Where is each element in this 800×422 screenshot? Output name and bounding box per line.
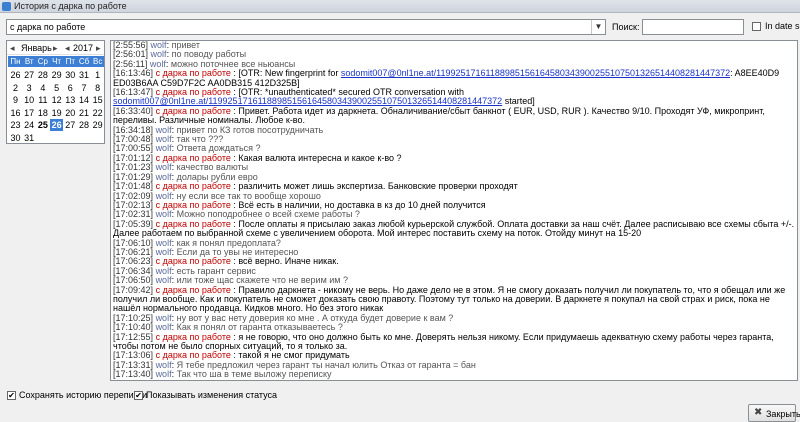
title-bar: История с дарка по работе bbox=[0, 0, 800, 13]
calendar-day[interactable]: 19 bbox=[50, 107, 63, 119]
calendar-weekday: Вс bbox=[93, 57, 103, 66]
checkbox-checked-icon[interactable]: ✔ bbox=[134, 391, 143, 400]
calendar-day[interactable]: 29 bbox=[50, 69, 63, 81]
contact-select[interactable]: с дарка по работе ▼ bbox=[6, 19, 606, 35]
calendar-day[interactable]: 3 bbox=[23, 82, 36, 94]
close-button[interactable]: ✖ Закрыть bbox=[748, 404, 800, 422]
message-list: [2:55:56] wolf: привет [2:56:01] wolf: по… bbox=[112, 41, 797, 380]
calendar-weekday: Вт bbox=[24, 57, 34, 66]
calendar-month[interactable]: Январь bbox=[21, 43, 52, 53]
calendar-nav: ◂ Январь ▸ ◂ 2017 ▸ bbox=[7, 41, 104, 55]
calendar-weekday: Пн bbox=[10, 57, 21, 66]
calendar-day[interactable]: 24 bbox=[23, 119, 36, 131]
calendar-day[interactable]: 20 bbox=[64, 107, 77, 119]
calendar: ◂ Январь ▸ ◂ 2017 ▸ Пн Вт Ср Чт Пт Сб Вс 26 27 2… bbox=[6, 40, 105, 144]
calendar-day[interactable]: 25 bbox=[36, 119, 49, 131]
search-label: Поиск: bbox=[612, 22, 640, 32]
close-button-label: Закрыть bbox=[766, 409, 800, 419]
calendar-day[interactable]: 10 bbox=[23, 94, 36, 106]
chevron-down-icon[interactable]: ▼ bbox=[591, 20, 605, 34]
calendar-day[interactable]: 8 bbox=[91, 82, 104, 94]
prev-year-icon[interactable]: ◂ bbox=[65, 43, 70, 54]
show-status-label: Показывать изменения статуса bbox=[146, 390, 278, 400]
calendar-day[interactable]: 28 bbox=[78, 119, 91, 131]
calendar-day[interactable]: 16 bbox=[9, 107, 22, 119]
date-search-label: In date search bbox=[765, 21, 800, 31]
calendar-weekday: Ср bbox=[37, 57, 48, 66]
log-entry: [17:05:39] с дарка по работе : После опл… bbox=[113, 218, 795, 239]
calendar-day[interactable]: 22 bbox=[91, 107, 104, 119]
calendar-weekday: Сб bbox=[78, 57, 90, 66]
calendar-day[interactable]: 4 bbox=[36, 82, 49, 94]
log-entry: [17:09:42] с дарка по работе : Правило д… bbox=[113, 284, 786, 314]
log-entry: [17:12:55] с дарка по работе : я не гово… bbox=[113, 331, 774, 351]
calendar-weekday-header: Пн Вт Ср Чт Пт Сб Вс bbox=[8, 56, 104, 67]
log-link[interactable]: sodomit007@0nl1ne.at/1199251716118898515… bbox=[341, 68, 730, 78]
log-entry: [16:13:46] с дарка по работе : [OTR: New… bbox=[113, 68, 780, 88]
log-message: Так что ша в теме выложу переписку bbox=[176, 369, 332, 380]
calendar-day[interactable]: 23 bbox=[9, 119, 22, 131]
log-nick: wolf bbox=[155, 369, 172, 380]
close-icon: ✖ bbox=[754, 407, 763, 418]
log-timestamp: [17:13:40] bbox=[113, 369, 154, 380]
calendar-day[interactable]: 27 bbox=[23, 69, 36, 81]
calendar-weekday: Пт bbox=[65, 57, 75, 66]
calendar-year[interactable]: 2017 bbox=[73, 43, 93, 53]
calendar-weekday: Чт bbox=[52, 57, 62, 66]
calendar-day[interactable]: 6 bbox=[64, 82, 77, 94]
calendar-day[interactable]: 14 bbox=[78, 94, 91, 106]
calendar-day[interactable]: 15 bbox=[91, 94, 104, 106]
calendar-day[interactable]: 30 bbox=[9, 132, 22, 144]
search-input[interactable] bbox=[642, 19, 744, 35]
toolbar: с дарка по работе ▼ Поиск: In date searc… bbox=[0, 13, 800, 41]
calendar-day[interactable]: 5 bbox=[50, 82, 63, 94]
calendar-day[interactable]: 29 bbox=[91, 119, 104, 131]
calendar-day[interactable]: 1 bbox=[91, 69, 104, 81]
prev-month-icon[interactable]: ◂ bbox=[10, 43, 15, 54]
calendar-day[interactable]: 12 bbox=[50, 94, 63, 106]
calendar-day[interactable]: 27 bbox=[64, 119, 77, 131]
contact-select-value: с дарка по работе bbox=[10, 22, 86, 32]
checkbox-icon[interactable] bbox=[752, 22, 761, 31]
calendar-day[interactable]: 7 bbox=[78, 82, 91, 94]
calendar-day[interactable]: 21 bbox=[78, 107, 91, 119]
log-entry: [16:33:40] с дарка по работе : Привет. Р… bbox=[113, 105, 765, 126]
message-log[interactable]: [2:55:56] wolf: привет [2:56:01] wolf: по… bbox=[110, 40, 798, 381]
log-entry: [17:13:40] wolf: Так что ша в теме вылож… bbox=[113, 369, 332, 380]
calendar-day[interactable]: 26 bbox=[50, 119, 64, 132]
app-icon bbox=[2, 2, 11, 11]
calendar-day[interactable]: 28 bbox=[36, 69, 49, 81]
save-history-label: Сохранять историю переписки bbox=[19, 390, 148, 400]
next-month-icon[interactable]: ▸ bbox=[53, 43, 58, 54]
calendar-day[interactable]: 17 bbox=[23, 107, 36, 119]
bottom-bar: ✔ Сохранять историю переписки ✔ Показыва… bbox=[0, 386, 800, 422]
log-message: Какая валюта интересна и какое к-во ? bbox=[238, 152, 402, 163]
log-entry: [16:13:47] с дарка по работе : [OTR: *un… bbox=[113, 87, 535, 107]
calendar-day[interactable]: 18 bbox=[36, 107, 49, 119]
calendar-day[interactable]: 30 bbox=[64, 69, 77, 81]
window-title: История с дарка по работе bbox=[14, 1, 127, 11]
calendar-day[interactable]: 26 bbox=[9, 69, 22, 81]
calendar-day[interactable]: 11 bbox=[36, 94, 49, 106]
calendar-day[interactable]: 31 bbox=[78, 69, 91, 81]
calendar-day[interactable]: 13 bbox=[64, 94, 77, 106]
calendar-day[interactable]: 9 bbox=[9, 94, 22, 106]
checkbox-checked-icon[interactable]: ✔ bbox=[7, 391, 16, 400]
next-year-icon[interactable]: ▸ bbox=[96, 43, 101, 54]
calendar-day[interactable]: 2 bbox=[9, 82, 22, 94]
calendar-day[interactable]: 31 bbox=[23, 132, 36, 144]
